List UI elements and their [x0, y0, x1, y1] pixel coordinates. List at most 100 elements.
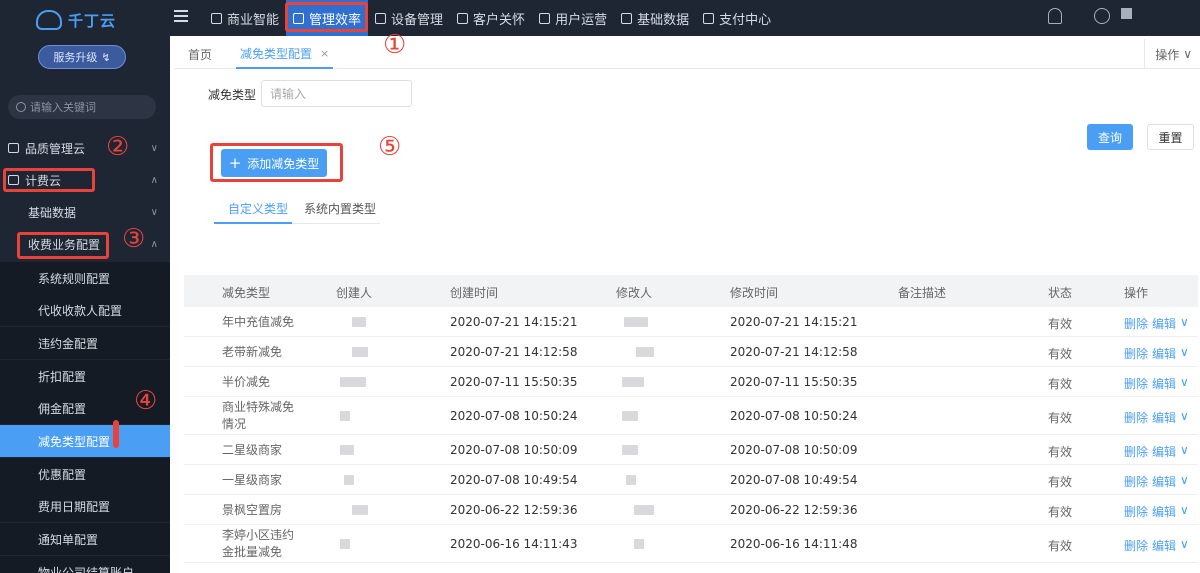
highlight-box: [113, 420, 119, 448]
delete-link[interactable]: 删除: [1124, 375, 1148, 392]
row-actions: 删除 编辑 ∨: [1124, 315, 1189, 332]
brand-logo[interactable]: 千丁云: [36, 6, 116, 34]
nav-item-label: 支付中心: [719, 12, 772, 28]
column-header: 状态: [1048, 286, 1073, 300]
cell-modified-time: 2020-07-11 15:50:35: [730, 375, 858, 389]
nav-item[interactable]: 客户关怀: [450, 0, 532, 36]
upgrade-button[interactable]: 服务升级 ↯: [38, 45, 126, 69]
sidebar-item[interactable]: 通知单配置: [0, 523, 170, 555]
sidebar-item[interactable]: 物业公司结算账户: [0, 556, 170, 573]
cell-status: 有效: [1048, 317, 1073, 331]
filter-label: 减免类型: [208, 88, 257, 102]
nav-icon: [539, 12, 551, 24]
sidebar-item[interactable]: 代收收款人配置: [0, 294, 170, 326]
chevron-down-icon[interactable]: ∨: [1180, 315, 1189, 332]
redacted-user: [352, 317, 366, 327]
sidebar-item[interactable]: 减免类型配置: [0, 425, 170, 457]
column-header: 创建人: [336, 286, 373, 300]
chevron-down-icon[interactable]: ∨: [1180, 537, 1189, 554]
sidebar: 千丁云 服务升级 ↯ 请输入关键词 品质管理云 ∨ 计费云 ∧ 基础数据 ∨ 收费业务配置 ∧…: [0, 0, 170, 573]
chevron-down-icon[interactable]: ∨: [1180, 443, 1189, 460]
sidebar-item-label: 减免类型配置: [38, 434, 111, 449]
table-header: 减免类型 创建人 创建时间 修改人 修改时间 备注描述 状态 操作: [184, 275, 1198, 307]
delete-link[interactable]: 删除: [1124, 443, 1148, 460]
delete-link[interactable]: 删除: [1124, 345, 1148, 362]
nav-item[interactable]: 基础数据: [614, 0, 696, 36]
column-header: 操作: [1124, 286, 1149, 300]
redacted-user: [634, 539, 644, 549]
chevron-down-icon[interactable]: ∨: [1180, 503, 1189, 520]
sidebar-item[interactable]: 违约金配置: [0, 327, 170, 359]
reduction-type-input[interactable]: [261, 80, 412, 107]
edit-link[interactable]: 编辑: [1152, 473, 1176, 490]
avatar[interactable]: [1121, 8, 1132, 19]
sidebar-item[interactable]: 费用日期配置: [0, 490, 170, 522]
edit-link[interactable]: 编辑: [1152, 409, 1176, 426]
cell-created-time: 2020-06-22 12:59:36: [450, 503, 578, 517]
redacted-user: [622, 411, 638, 421]
nav-item[interactable]: 支付中心: [696, 0, 778, 36]
column-header: 修改时间: [730, 286, 779, 300]
edit-link[interactable]: 编辑: [1152, 443, 1176, 460]
nav-item-label: 用户运营: [555, 12, 608, 28]
cell-type-name: 年中充值减免: [222, 315, 295, 329]
annotation-number: ⑤: [378, 132, 402, 162]
chevron-up-icon: ∧: [150, 238, 158, 250]
edit-link[interactable]: 编辑: [1152, 345, 1176, 362]
delete-link[interactable]: 删除: [1124, 409, 1148, 426]
tab-ops-menu[interactable]: 操作 ∨: [1144, 39, 1192, 69]
cell-created-time: 2020-07-08 10:49:54: [450, 473, 578, 487]
delete-link[interactable]: 删除: [1124, 315, 1148, 332]
user-icon[interactable]: [1094, 8, 1110, 24]
sidebar-item[interactable]: 品质管理云 ∨: [0, 132, 170, 164]
sidebar-item-label: 基础数据: [28, 205, 77, 220]
nav-icon: [211, 12, 222, 24]
sidebar-item[interactable]: 优惠配置: [0, 458, 170, 490]
sidebar-item-label: 物业公司结算账户: [38, 565, 135, 573]
menu-toggle-icon[interactable]: [174, 10, 188, 22]
reduction-type-table: 减免类型 创建人 创建时间 修改人 修改时间 备注描述 状态 操作 年中充值减免 2020-07…: [184, 275, 1198, 563]
cell-created-time: 2020-07-21 14:12:58: [450, 345, 578, 359]
highlight-box: [285, 2, 368, 32]
close-icon[interactable]: ×: [320, 47, 329, 60]
chevron-down-icon[interactable]: ∨: [1180, 473, 1189, 490]
nav-item[interactable]: 用户运营: [532, 0, 614, 36]
brand-name: 千丁云: [68, 11, 117, 30]
sidebar-search[interactable]: 请输入关键词: [8, 95, 156, 119]
edit-link[interactable]: 编辑: [1152, 375, 1176, 392]
redacted-user: [624, 317, 648, 327]
bell-icon[interactable]: [1048, 8, 1062, 24]
redacted-user: [340, 539, 350, 549]
delete-link[interactable]: 删除: [1124, 537, 1148, 554]
column-header: 修改人: [616, 286, 653, 300]
cell-modified-time: 2020-07-21 14:15:21: [730, 315, 858, 329]
cell-status: 有效: [1048, 445, 1073, 459]
tab-system-type[interactable]: 系统内置类型: [304, 200, 376, 217]
sidebar-item[interactable]: 系统规则配置: [0, 262, 170, 294]
tab-current[interactable]: 减免类型配置 ×: [236, 39, 334, 69]
chevron-down-icon[interactable]: ∨: [1180, 409, 1189, 426]
cell-modified-time: 2020-07-08 10:50:24: [730, 409, 858, 423]
edit-link[interactable]: 编辑: [1152, 503, 1176, 520]
table-row: 景枫空置房 2020-06-22 12:59:36 2020-06-22 12:59…: [184, 495, 1198, 525]
cell-type-name: 景枫空置房: [222, 503, 283, 517]
lightning-icon: ↯: [101, 50, 111, 64]
delete-link[interactable]: 删除: [1124, 473, 1148, 490]
nav-item[interactable]: 商业智能: [204, 0, 286, 36]
redacted-user: [634, 505, 654, 515]
cell-type-name: 一星级商家: [222, 473, 283, 487]
chevron-down-icon[interactable]: ∨: [1180, 375, 1189, 392]
edit-link[interactable]: 编辑: [1152, 315, 1176, 332]
nav-item[interactable]: 设备管理: [368, 0, 450, 36]
highlight-box: [210, 143, 343, 182]
chevron-down-icon[interactable]: ∨: [1180, 345, 1189, 362]
delete-link[interactable]: 删除: [1124, 503, 1148, 520]
tab-home[interactable]: 首页: [188, 39, 212, 69]
cell-created-time: 2020-07-11 15:50:35: [450, 375, 578, 389]
query-button[interactable]: 查询: [1087, 124, 1133, 150]
highlight-box: [17, 232, 109, 259]
cell-created-time: 2020-07-21 14:15:21: [450, 315, 578, 329]
reset-button[interactable]: 重置: [1147, 124, 1194, 150]
edit-link[interactable]: 编辑: [1152, 537, 1176, 554]
tab-custom-type[interactable]: 自定义类型: [228, 200, 288, 217]
